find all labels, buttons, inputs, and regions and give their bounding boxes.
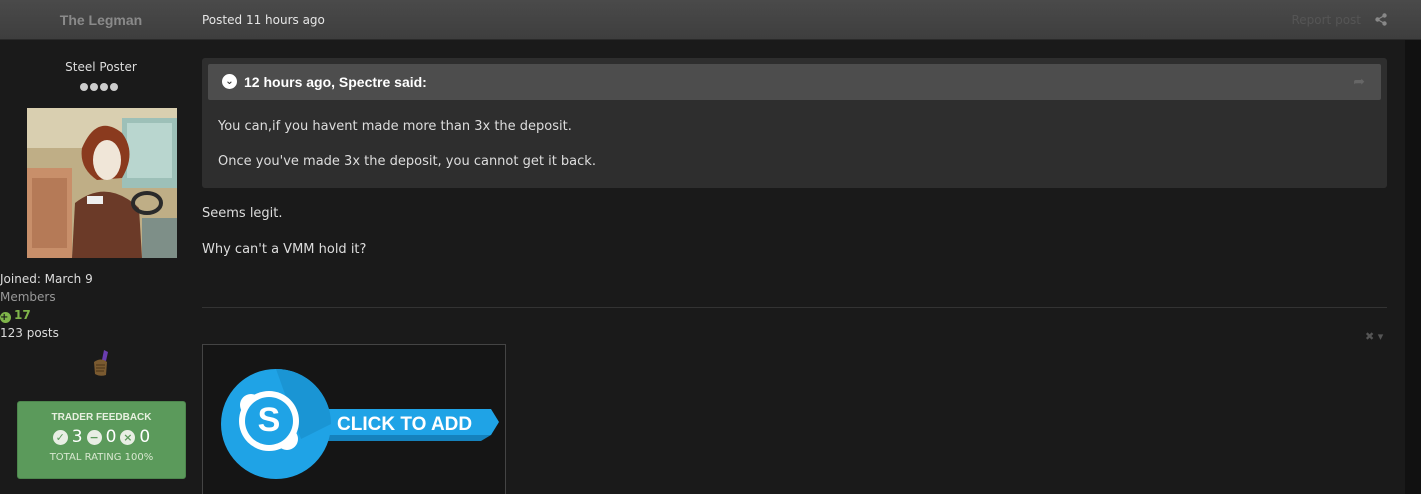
post-text-line: Why can't a VMM hold it? — [202, 242, 367, 257]
signature-image[interactable]: S CLICK TO ADD — [202, 344, 506, 494]
feedback-total-rating: TOTAL RATING 100% — [49, 452, 154, 463]
member-rank: Steel Poster — [65, 60, 137, 74]
quote-line: Once you've made 3x the deposit, you can… — [218, 154, 596, 169]
signature-divider — [202, 307, 1387, 308]
post-text-line: Seems legit. — [202, 206, 283, 221]
quote-header: ⌄ 12 hours ago, Spectre said: ➦ — [208, 64, 1381, 100]
feedback-neutral: 0 — [105, 427, 117, 447]
post-date: Posted 11 hours ago — [202, 0, 325, 40]
quote-line: You can,if you havent made more than 3x … — [218, 119, 572, 134]
reputation-value: 17 — [14, 308, 31, 322]
skype-click-to-add-banner: S CLICK TO ADD — [221, 369, 499, 479]
author-name[interactable]: The Legman — [0, 0, 202, 40]
chevron-down-icon[interactable]: ⌄ — [222, 74, 237, 89]
quote-block: ⌄ 12 hours ago, Spectre said: ➦ You can,… — [202, 58, 1387, 188]
hide-signature-icon[interactable]: ✖ ▾ — [1365, 330, 1383, 343]
post-header: The Legman Posted 11 hours ago Report po… — [0, 0, 1421, 40]
trader-feedback-title: TRADER FEEDBACK — [51, 412, 152, 423]
posted-time[interactable]: 11 hours ago — [246, 13, 325, 27]
svg-text:S: S — [258, 401, 281, 439]
positive-check-icon: ✓ — [52, 429, 68, 445]
banner-text: CLICK TO ADD — [337, 414, 472, 435]
rank-pips — [80, 83, 122, 92]
quote-citation[interactable]: 12 hours ago, Spectre said: — [244, 64, 427, 100]
rank-pip — [90, 83, 98, 91]
post-count: 123 posts — [0, 326, 59, 340]
reputation-plus-icon: + — [0, 312, 11, 323]
neutral-minus-icon: − — [86, 429, 102, 445]
rank-pip — [110, 83, 118, 91]
trader-feedback-counts: ✓ 3 − 0 × 0 — [18, 427, 185, 447]
rank-pip — [100, 83, 108, 91]
rank-pip — [80, 83, 88, 91]
badge-icon — [94, 350, 108, 376]
report-post-link[interactable]: Report post — [1291, 0, 1361, 40]
reputation: +17 — [0, 308, 202, 323]
joined-date: Joined: March 9 — [0, 272, 93, 286]
posted-prefix: Posted — [202, 13, 243, 27]
member-group: Members — [0, 290, 56, 304]
quote-link-icon[interactable]: ➦ — [1353, 74, 1365, 90]
feedback-negative: 0 — [139, 427, 151, 447]
feedback-positive: 3 — [71, 427, 83, 447]
avatar[interactable] — [27, 108, 177, 258]
share-icon[interactable] — [1375, 13, 1387, 26]
trader-feedback-box[interactable]: TRADER FEEDBACK ✓ 3 − 0 × 0 TOTAL RATING… — [17, 401, 186, 479]
negative-x-icon: × — [120, 429, 136, 445]
